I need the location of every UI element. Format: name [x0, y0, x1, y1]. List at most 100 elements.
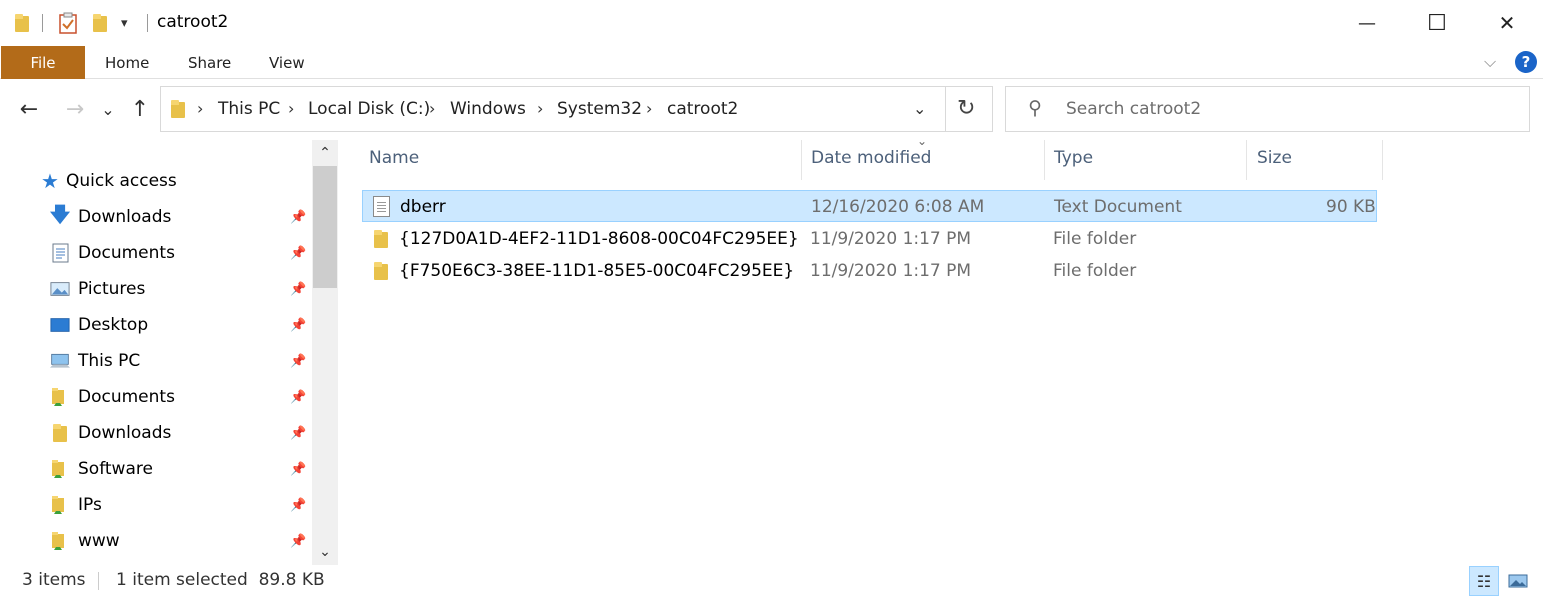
- nav-item-downloads-folder[interactable]: Downloads 📌: [0, 416, 310, 450]
- details-view-icon[interactable]: ☷: [1469, 566, 1499, 596]
- help-icon[interactable]: ?: [1515, 51, 1537, 73]
- status-item-count: 3 items: [22, 570, 86, 590]
- nav-item-documents[interactable]: Documents 📌: [0, 236, 310, 270]
- text-document-icon: [373, 196, 390, 217]
- file-name: dberr: [400, 197, 446, 217]
- folder-icon: [374, 230, 388, 248]
- computer-icon: [50, 351, 70, 371]
- window-title: catroot2: [157, 12, 229, 32]
- breadcrumb-separator[interactable]: ›: [288, 99, 294, 118]
- nav-item-label: Pictures: [78, 279, 146, 299]
- file-row-folder-f750e6c3[interactable]: {F750E6C3-38EE-11D1-85E5-00C04FC295EE} 1…: [362, 255, 1377, 287]
- maximize-button[interactable]: ☐: [1402, 0, 1472, 46]
- nav-item-label: Documents: [78, 387, 175, 407]
- up-button[interactable]: ↑: [125, 94, 155, 124]
- tab-view[interactable]: View: [269, 46, 305, 79]
- pin-icon[interactable]: 📌: [290, 318, 306, 333]
- shared-folder-icon: [50, 495, 70, 515]
- nav-item-downloads[interactable]: 🡇 Downloads 📌: [0, 200, 310, 234]
- search-input[interactable]: Search catroot2: [1066, 99, 1201, 119]
- download-arrow-icon: 🡇: [49, 202, 71, 226]
- pin-icon[interactable]: 📌: [290, 246, 306, 261]
- pin-icon[interactable]: 📌: [290, 534, 306, 549]
- breadcrumb-windows[interactable]: Windows: [450, 99, 526, 119]
- window-folder-icon[interactable]: [15, 11, 29, 35]
- breadcrumb-separator[interactable]: ›: [646, 99, 652, 118]
- breadcrumb-separator[interactable]: ›: [197, 99, 203, 118]
- nav-item-quick-access[interactable]: ★ Quick access: [0, 164, 310, 198]
- address-history-chevron-down-icon[interactable]: ⌄: [913, 99, 926, 118]
- file-size: 90 KB: [1326, 197, 1376, 217]
- column-divider[interactable]: [801, 140, 802, 180]
- breadcrumb-catroot2[interactable]: catroot2: [667, 99, 738, 119]
- toolbar-separator: [42, 14, 43, 32]
- nav-item-label: Downloads: [78, 423, 172, 443]
- column-header-type[interactable]: Type: [1054, 148, 1093, 168]
- pin-icon[interactable]: 📌: [290, 498, 306, 513]
- pin-icon[interactable]: 📌: [290, 390, 306, 405]
- nav-item-label: Downloads: [78, 207, 172, 227]
- pin-icon[interactable]: 📌: [290, 282, 306, 297]
- tab-home[interactable]: Home: [105, 46, 149, 79]
- scroll-down-chevron-icon[interactable]: ⌄: [312, 539, 338, 565]
- nav-item-ips[interactable]: IPs 📌: [0, 488, 310, 522]
- pin-icon[interactable]: 📌: [290, 462, 306, 477]
- location-folder-icon: [171, 100, 185, 118]
- nav-item-label: Quick access: [66, 171, 177, 191]
- search-box[interactable]: ⚲ Search catroot2: [1005, 86, 1530, 132]
- nav-item-this-pc[interactable]: This PC 📌: [0, 344, 310, 378]
- file-type: Text Document: [1054, 197, 1182, 217]
- column-header-date-modified[interactable]: Date modified: [811, 148, 931, 168]
- desktop-icon: [50, 315, 70, 335]
- properties-checkmark-icon[interactable]: [58, 11, 78, 35]
- nav-pane-scrollbar[interactable]: ⌃ ⌄: [312, 140, 338, 565]
- column-divider[interactable]: [1382, 140, 1383, 180]
- column-header-size[interactable]: Size: [1257, 148, 1292, 168]
- back-button[interactable]: ←: [14, 94, 44, 124]
- forward-button[interactable]: →: [60, 94, 90, 124]
- column-header-name[interactable]: Name: [369, 148, 419, 168]
- pin-icon[interactable]: 📌: [290, 210, 306, 225]
- scroll-up-chevron-icon[interactable]: ⌃: [312, 140, 338, 166]
- file-name: {127D0A1D-4EF2-11D1-8608-00C04FC295EE}: [399, 229, 799, 249]
- search-icon: ⚲: [1028, 97, 1042, 119]
- navigation-pane: ★ Quick access 🡇 Downloads 📌 Documents 📌…: [0, 140, 338, 565]
- refresh-icon[interactable]: ↻: [957, 96, 975, 121]
- close-button[interactable]: ✕: [1472, 0, 1542, 46]
- nav-item-label: Desktop: [78, 315, 149, 335]
- file-date-modified: 11/9/2020 1:17 PM: [810, 229, 972, 249]
- pin-icon[interactable]: 📌: [290, 354, 306, 369]
- nav-item-documents-shared[interactable]: Documents 📌: [0, 380, 310, 414]
- recent-locations-chevron-down-icon[interactable]: ⌄: [95, 94, 121, 124]
- nav-item-label: www: [78, 531, 120, 551]
- breadcrumb-separator[interactable]: ›: [537, 99, 543, 118]
- tab-file[interactable]: File: [1, 46, 85, 79]
- folder-icon: [50, 423, 70, 443]
- shared-folder-icon: [50, 387, 70, 407]
- new-folder-icon[interactable]: [93, 11, 107, 35]
- breadcrumb-system32[interactable]: System32: [557, 99, 642, 119]
- column-divider[interactable]: [1246, 140, 1247, 180]
- tab-share[interactable]: Share: [188, 46, 231, 79]
- nav-item-www[interactable]: www 📌: [0, 524, 310, 558]
- scrollbar-thumb[interactable]: [313, 166, 337, 288]
- file-name: {F750E6C3-38EE-11D1-85E5-00C04FC295EE}: [399, 261, 795, 281]
- breadcrumb-separator[interactable]: ›: [429, 99, 435, 118]
- pin-icon[interactable]: 📌: [290, 426, 306, 441]
- breadcrumb-local-disk[interactable]: Local Disk (C:): [308, 99, 430, 119]
- column-divider[interactable]: [1044, 140, 1045, 180]
- star-icon: ★: [41, 169, 59, 193]
- nav-item-desktop[interactable]: Desktop 📌: [0, 308, 310, 342]
- nav-item-software[interactable]: Software 📌: [0, 452, 310, 486]
- expand-ribbon-chevron-icon[interactable]: ⌵: [1484, 52, 1496, 72]
- file-row-dberr[interactable]: dberr 12/16/2020 6:08 AM Text Document 9…: [362, 190, 1377, 222]
- nav-item-pictures[interactable]: Pictures 📌: [0, 272, 310, 306]
- address-bar[interactable]: › This PC › Local Disk (C:) › Windows › …: [160, 86, 993, 132]
- nav-item-label: This PC: [78, 351, 141, 371]
- file-date-modified: 12/16/2020 6:08 AM: [811, 197, 985, 217]
- large-icons-view-icon[interactable]: [1503, 566, 1533, 596]
- customize-toolbar-chevron-down-icon[interactable]: ▾: [121, 11, 128, 35]
- file-row-folder-127d0a1d[interactable]: {127D0A1D-4EF2-11D1-8608-00C04FC295EE} 1…: [362, 223, 1377, 255]
- breadcrumb-this-pc[interactable]: This PC: [218, 99, 280, 119]
- minimize-button[interactable]: —: [1332, 0, 1402, 46]
